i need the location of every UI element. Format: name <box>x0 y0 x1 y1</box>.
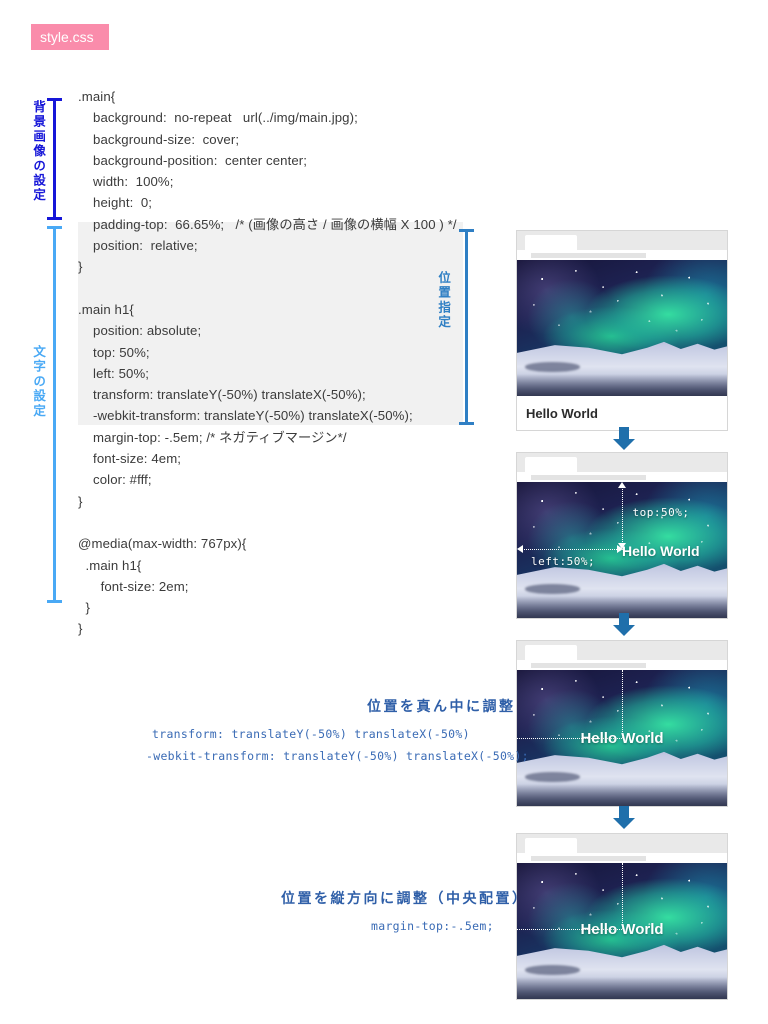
snow-patch <box>525 584 580 594</box>
url-placeholder <box>531 475 646 480</box>
top-measure-arrow-up-icon <box>618 482 626 488</box>
code-line: font-size: 2em; <box>78 578 189 594</box>
browser-chrome <box>517 453 727 472</box>
file-name-badge: style.css <box>31 24 109 50</box>
url-placeholder <box>531 663 646 668</box>
annotation-left-50: left:50%; <box>531 555 596 568</box>
bracket-label-background-image: 背景画像の設定 <box>31 100 46 203</box>
url-placeholder <box>531 253 646 258</box>
code-line: width: 100%; <box>78 174 174 190</box>
code-line: margin-top: -.5em; /* ネガティブマージン*/ <box>78 429 347 445</box>
aurora-screenshot: Hello World <box>517 863 727 999</box>
top-measure-line <box>622 484 623 548</box>
code-line: position: absolute; <box>78 323 202 339</box>
code-line: .main{ <box>78 89 116 104</box>
browser-tab[interactable] <box>525 235 577 250</box>
browser-chrome <box>517 231 727 250</box>
code-line: padding-top: 66.65%; /* (画像の高さ / 画像の横幅 X… <box>78 216 457 232</box>
center-guide-vertical <box>622 863 623 929</box>
css-code-block: .main{ background: no-repeat url(../img/… <box>78 86 508 640</box>
bracket-label-text-settings: 文字の設定 <box>31 345 46 419</box>
snow-patch <box>525 772 580 782</box>
hello-world-heading: Hello World <box>580 921 664 938</box>
annotation-top-50: top:50%; <box>632 506 690 519</box>
browser-mockup-step-4: Hello World <box>516 833 728 1000</box>
browser-url-bar[interactable] <box>517 853 727 863</box>
snow-patch <box>525 362 580 372</box>
url-placeholder <box>531 856 646 861</box>
code-line: position: relative; <box>78 238 198 254</box>
code-line: } <box>78 621 83 637</box>
browser-mockup-step-2: top:50%; left:50%; Hello World <box>516 452 728 619</box>
bracket-bar <box>53 98 56 220</box>
browser-url-bar[interactable] <box>517 250 727 260</box>
aurora-screenshot: top:50%; left:50%; Hello World <box>517 482 727 618</box>
bracket-cap-bottom <box>47 600 62 603</box>
center-guide-vertical <box>622 670 623 738</box>
bracket-bar <box>53 226 56 603</box>
code-line: left: 50%; <box>78 365 150 381</box>
code-line: -webkit-transform: translateY(-50%) tran… <box>78 408 413 424</box>
code-line: transform: translateY(-50%) translateX(-… <box>78 387 366 403</box>
snow-patch <box>525 965 580 975</box>
snow-shadow <box>517 784 727 806</box>
code-line: } <box>78 493 83 509</box>
code-line: } <box>78 600 91 616</box>
code-line: background-position: center center; <box>78 152 308 168</box>
code-line: .main h1{ <box>78 301 134 317</box>
code-line: @media(max-width: 767px){ <box>78 536 247 552</box>
code-line: top: 50%; <box>78 344 150 360</box>
arrow-head <box>613 818 635 829</box>
browser-tab[interactable] <box>525 838 577 853</box>
note-code-transform: transform: translateY(-50%) translateX(-… <box>152 727 470 741</box>
browser-tab[interactable] <box>525 457 577 472</box>
code-line: background: no-repeat url(../img/main.jp… <box>78 110 358 126</box>
arrow-head <box>613 439 635 450</box>
page-heading-bar: Hello World <box>517 396 727 430</box>
page-root: style.css .main{ background: no-repeat u… <box>0 0 768 1024</box>
code-line: .main h1{ <box>78 557 142 573</box>
browser-chrome <box>517 641 727 660</box>
note-heading-vertical-position: 位置を縦方向に調整（中央配置） <box>281 890 529 906</box>
code-line: } <box>78 259 83 275</box>
aurora-screenshot: Hello World <box>517 670 727 806</box>
note-code-webkit-transform: -webkit-transform: translateY(-50%) tran… <box>146 749 529 763</box>
code-line: color: #fff; <box>78 472 152 488</box>
left-measure-line <box>520 549 623 550</box>
hello-world-heading: Hello World <box>622 543 700 559</box>
browser-mockup-step-3: Hello World <box>516 640 728 807</box>
browser-tab[interactable] <box>525 645 577 660</box>
snow-shadow <box>517 977 727 999</box>
arrow-head <box>613 625 635 636</box>
code-line: background-size: cover; <box>78 131 240 147</box>
browser-chrome <box>517 834 727 853</box>
browser-url-bar[interactable] <box>517 472 727 482</box>
snow-shadow <box>517 374 727 396</box>
bracket-background-image <box>47 98 68 220</box>
code-line: height: 0; <box>78 195 153 211</box>
bracket-text-settings <box>47 226 68 603</box>
note-heading-center-position: 位置を真ん中に調整 <box>367 698 516 714</box>
hello-world-heading: Hello World <box>526 405 598 421</box>
browser-mockup-step-1: Hello World <box>516 230 728 431</box>
aurora-screenshot <box>517 260 727 396</box>
bracket-cap-bottom <box>47 217 62 220</box>
code-line: font-size: 4em; <box>78 451 182 467</box>
hello-world-heading: Hello World <box>580 730 664 747</box>
browser-url-bar[interactable] <box>517 660 727 670</box>
note-code-margin-top: margin-top:-.5em; <box>371 919 494 933</box>
left-measure-arrow-left-icon <box>517 545 523 553</box>
